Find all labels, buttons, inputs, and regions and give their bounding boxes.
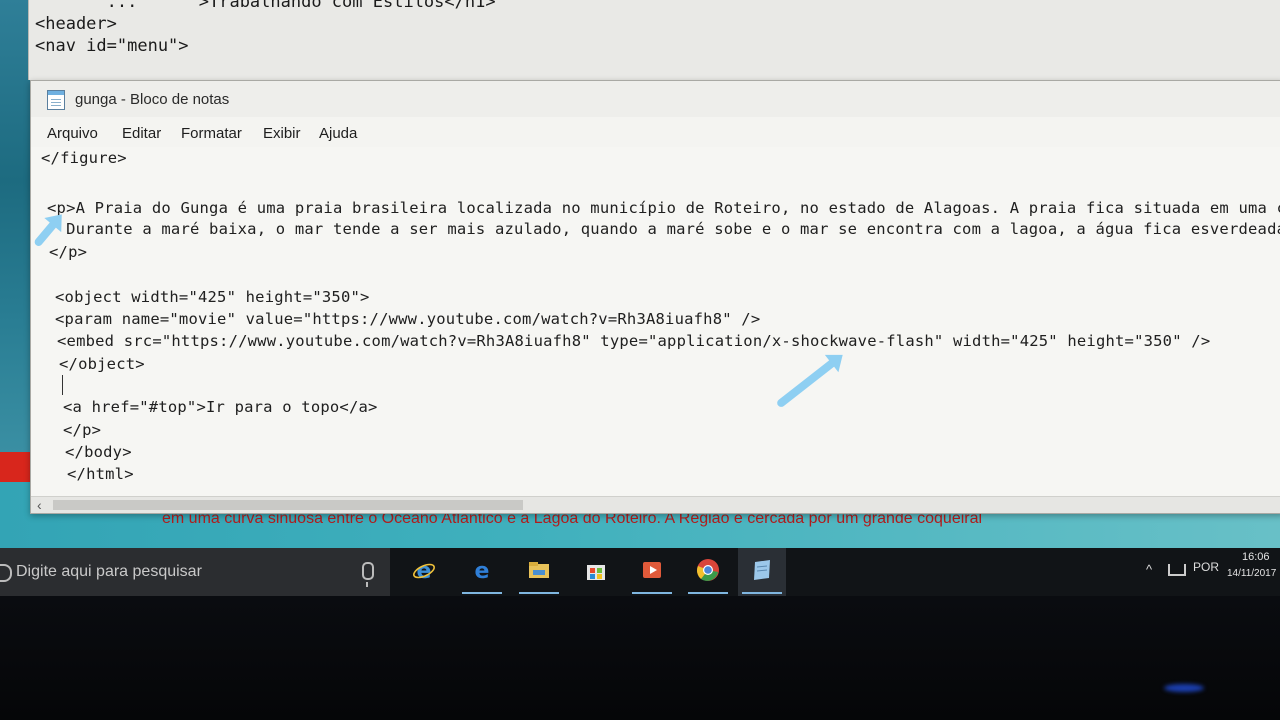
scroll-left-arrow-icon[interactable]: ‹: [37, 497, 42, 513]
menu-arquivo[interactable]: Arquivo: [47, 125, 98, 142]
menu-exibir[interactable]: Exibir: [263, 125, 301, 142]
horizontal-scrollbar[interactable]: ‹: [31, 496, 1280, 513]
file-explorer-icon: [529, 562, 549, 578]
code-line: </object>: [59, 355, 145, 373]
back-editor-window[interactable]: ... >Trabalhando com Estilos</h1> <heade…: [28, 0, 1280, 80]
taskbar-media-player[interactable]: [628, 548, 676, 596]
active-indicator: [632, 592, 672, 594]
code-line: <p>A Praia do Gunga é uma praia brasilei…: [47, 199, 1280, 217]
window-title: gunga - Bloco de notas: [75, 91, 230, 108]
taskbar-file-explorer[interactable]: [515, 548, 563, 596]
taskbar-internet-explorer[interactable]: e: [400, 548, 448, 596]
taskbar-edge[interactable]: e: [458, 548, 506, 596]
input-language[interactable]: POR: [1193, 560, 1219, 574]
code-line: Durante a maré baixa, o mar tende a ser …: [47, 220, 1280, 238]
menu-editar[interactable]: Editar: [122, 125, 161, 142]
code-line: <object width="425" height="350">: [55, 288, 370, 306]
clock-time[interactable]: 16:06: [1242, 551, 1270, 563]
back-code-line: <header>: [35, 14, 117, 34]
notepad-icon: [47, 90, 65, 110]
edge-icon: e: [475, 559, 490, 582]
scrollbar-thumb[interactable]: [53, 500, 523, 510]
title-bar[interactable]: gunga - Bloco de notas: [31, 81, 1280, 117]
code-line: </html>: [67, 465, 134, 483]
chrome-icon: [697, 559, 719, 581]
svg-text:e: e: [417, 559, 432, 582]
network-icon[interactable]: [1168, 564, 1186, 576]
back-code-line: <nav id="menu">: [35, 36, 189, 56]
taskbar-notepad[interactable]: [738, 548, 786, 596]
active-indicator: [742, 592, 782, 594]
text-editor-area[interactable]: </figure> <p>A Praia do Gunga é uma prai…: [31, 147, 1280, 499]
power-light: [1164, 684, 1204, 692]
code-line: <a href="#top">Ir para o topo</a>: [63, 398, 378, 416]
microphone-icon[interactable]: [362, 562, 374, 587]
monitor-bezel: [0, 596, 1280, 720]
notepad-icon: [754, 560, 770, 580]
internet-explorer-icon: e: [413, 559, 435, 582]
menu-formatar[interactable]: Formatar: [181, 125, 242, 142]
active-indicator: [462, 592, 502, 594]
code-line: <embed src="https://www.youtube.com/watc…: [57, 332, 1211, 350]
code-line: </body>: [65, 443, 132, 461]
active-indicator: [688, 592, 728, 594]
notepad-window[interactable]: gunga - Bloco de notas Arquivo Editar Fo…: [30, 80, 1280, 514]
search-icon: [0, 564, 12, 582]
code-line: </p>: [49, 243, 88, 261]
taskbar: Digite aqui para pesquisar e e ^ POR 16:…: [0, 548, 1280, 596]
code-line: </p>: [63, 421, 102, 439]
text-caret: [62, 375, 63, 395]
svg-text:e: e: [475, 559, 490, 582]
active-indicator: [519, 592, 559, 594]
search-placeholder: Digite aqui para pesquisar: [16, 563, 202, 580]
code-line: </figure>: [41, 149, 127, 167]
media-player-icon: [643, 562, 661, 578]
store-icon: [587, 565, 605, 580]
back-code-line: ... >Trabalhando com Estilos</h1>: [35, 0, 496, 12]
menu-bar: Arquivo Editar Formatar Exibir Ajuda: [31, 119, 1280, 145]
code-line: <param name="movie" value="https://www.y…: [55, 310, 761, 328]
clock-date[interactable]: 14/11/2017: [1227, 568, 1276, 579]
menu-ajuda[interactable]: Ajuda: [319, 125, 357, 142]
taskbar-chrome[interactable]: [684, 548, 732, 596]
tray-chevron-up-icon[interactable]: ^: [1146, 562, 1152, 577]
taskbar-search-box[interactable]: Digite aqui para pesquisar: [0, 548, 390, 596]
taskbar-store[interactable]: [572, 548, 620, 596]
